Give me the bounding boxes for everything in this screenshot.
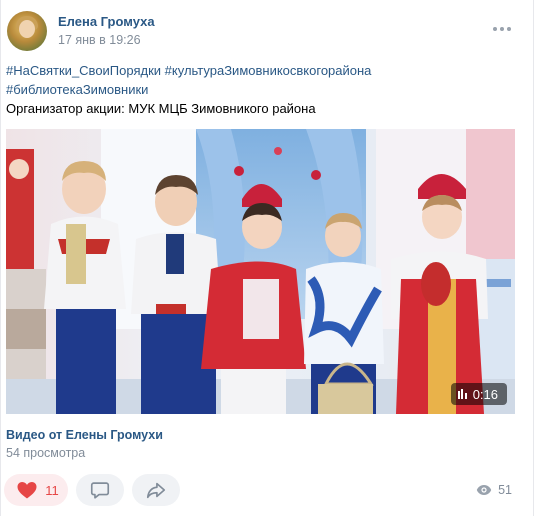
video-bars-icon <box>457 389 467 399</box>
like-count: 11 <box>45 482 59 498</box>
video-frame-image <box>6 129 515 414</box>
more-dots-icon[interactable] <box>493 27 511 31</box>
author-name-link[interactable]: Елена Громуха <box>58 14 155 29</box>
hashtag-line-1: #НаСвятки_СвоиПорядки #культураЗимовнико… <box>6 61 526 80</box>
eye-icon <box>476 485 492 495</box>
video-title-link[interactable]: Видео от Елены Громухи <box>6 428 163 442</box>
post-text: #НаСвятки_СвоиПорядки #культураЗимовнико… <box>6 61 526 118</box>
heart-icon <box>17 482 37 499</box>
post-actions: 11 <box>4 474 180 506</box>
share-icon <box>146 482 166 499</box>
video-views-count: 54 просмотра <box>6 446 86 460</box>
hashtag-link[interactable]: #культураЗимовникосвкогорайона <box>165 63 372 78</box>
post-date-link[interactable]: 17 янв в 19:26 <box>58 33 141 47</box>
post-views: 51 <box>476 483 512 497</box>
post-body-text: Организатор акции: МУК МЦБ Зимовникого р… <box>6 101 316 116</box>
avatar-face <box>19 20 35 38</box>
video-duration-badge: 0:16 <box>450 383 507 405</box>
hashtag-line-2: #библиотекаЗимовники <box>6 80 526 99</box>
video-player-thumbnail[interactable]: 0:16 <box>6 129 515 414</box>
views-count: 51 <box>498 483 512 497</box>
hashtag-link[interactable]: #НаСвятки_СвоиПорядки <box>6 63 161 78</box>
like-button[interactable]: 11 <box>4 474 68 506</box>
share-button[interactable] <box>132 474 180 506</box>
wall-post: Елена Громуха 17 янв в 19:26 #НаСвятки_С… <box>0 0 534 516</box>
comment-icon <box>90 482 110 499</box>
author-avatar[interactable] <box>7 11 47 51</box>
video-duration-text: 0:16 <box>472 386 498 402</box>
comment-button[interactable] <box>76 474 124 506</box>
hashtag-link[interactable]: #библиотекаЗимовники <box>6 82 148 97</box>
